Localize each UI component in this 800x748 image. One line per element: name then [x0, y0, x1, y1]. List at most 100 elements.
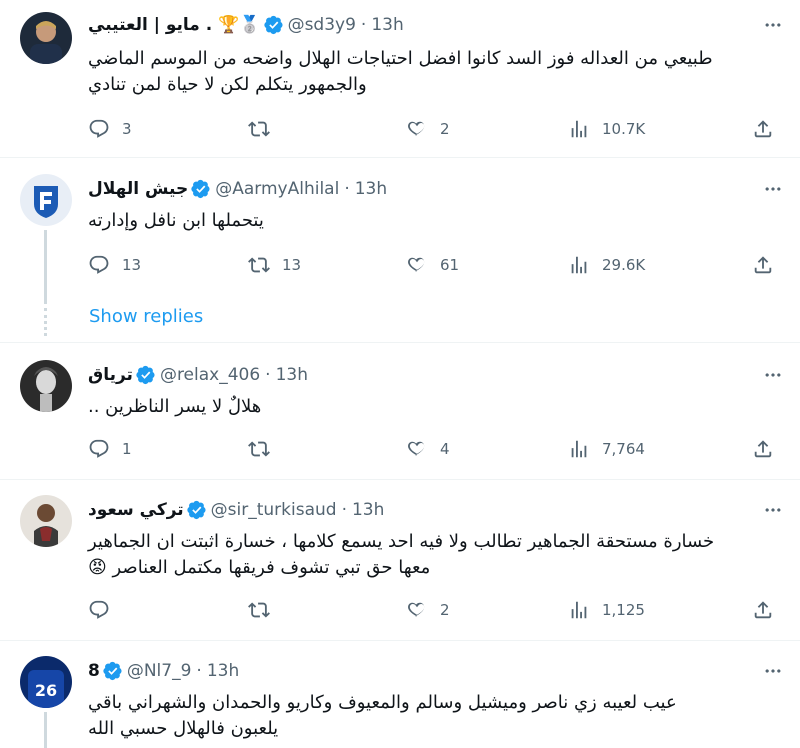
- retweet-button[interactable]: 13: [248, 248, 301, 282]
- reply-button[interactable]: 3: [88, 112, 132, 146]
- handle[interactable]: @Nl7_9: [127, 661, 192, 681]
- like-button[interactable]: 2: [406, 112, 450, 146]
- reply-count: 13: [122, 256, 142, 274]
- retweet-icon: [248, 599, 270, 621]
- badge-emoji-medal: 🥈: [239, 15, 261, 35]
- action-bar: 1 4 7,764: [80, 432, 790, 466]
- more-options-icon[interactable]: [762, 364, 784, 386]
- action-bar: 13 13 61 29.6K: [80, 248, 790, 282]
- views-count: 1,125: [602, 601, 645, 619]
- views-icon: [568, 254, 590, 276]
- like-button[interactable]: 4: [406, 432, 450, 466]
- share-button[interactable]: [752, 593, 774, 627]
- display-name[interactable]: 8: [88, 661, 100, 681]
- verified-badge-icon[interactable]: [187, 500, 207, 520]
- views-icon: [568, 438, 590, 460]
- tweet-text: هلالٌ لا يسر الناظرين ..: [88, 394, 788, 420]
- views-button[interactable]: 7,764: [568, 432, 645, 466]
- handle[interactable]: @sd3y9: [288, 15, 356, 35]
- tweet-text-line: معها حق تبي تشوف فريقها مكتمل العناصر 😡: [88, 557, 431, 578]
- thread-line: [44, 230, 47, 304]
- timestamp[interactable]: 13h: [352, 500, 384, 520]
- thread-line: [44, 712, 47, 748]
- share-button[interactable]: [752, 248, 774, 282]
- reply-button[interactable]: 1: [88, 432, 132, 466]
- verified-badge-icon[interactable]: [136, 365, 156, 385]
- views-button[interactable]: 10.7K: [568, 112, 645, 146]
- views-button[interactable]: 29.6K: [568, 248, 645, 282]
- reply-count: 1: [122, 440, 132, 458]
- action-bar: 2 1,125: [80, 593, 790, 627]
- separator-dot: ·: [265, 365, 271, 385]
- tweet-text-line: خسارة مستحقة الجماهير تطالب ولا فيه احد …: [88, 531, 715, 552]
- timestamp[interactable]: 13h: [355, 179, 387, 199]
- like-count: 4: [440, 440, 450, 458]
- share-icon: [752, 118, 774, 140]
- separator-dot: ·: [196, 661, 202, 681]
- display-name[interactable]: مايو | العتيبي .: [88, 15, 212, 35]
- tweet-text-line: يتحملها ابن نافل وإدارته: [88, 210, 264, 231]
- tweet[interactable]: جيش الهلال @AarmyAlhilal · 13h يتحملها ا…: [0, 160, 800, 343]
- views-button[interactable]: 1,125: [568, 593, 645, 627]
- reply-icon: [88, 599, 110, 621]
- like-count: 2: [440, 120, 450, 138]
- badge-emoji-trophy: 🏆: [218, 15, 240, 35]
- separator-dot: ·: [360, 15, 367, 35]
- reply-button[interactable]: 13: [88, 248, 141, 282]
- display-name[interactable]: تركي سعود: [88, 500, 184, 520]
- timestamp[interactable]: 13h: [371, 15, 403, 35]
- handle[interactable]: @AarmyAlhilal: [215, 179, 339, 199]
- retweet-button[interactable]: [248, 432, 270, 466]
- tweet-text-line: والجمهور يتكلم لكن لا حياة لمن تنادي: [88, 74, 367, 95]
- verified-badge-icon[interactable]: [264, 15, 284, 35]
- handle[interactable]: @sir_turkisaud: [211, 500, 337, 520]
- avatar[interactable]: [20, 174, 72, 226]
- more-options-icon[interactable]: [762, 660, 784, 682]
- reply-count: 3: [122, 120, 132, 138]
- thread-dots: [44, 308, 47, 336]
- timestamp[interactable]: 13h: [276, 365, 308, 385]
- reply-button[interactable]: [88, 593, 110, 627]
- reply-icon: [88, 254, 110, 276]
- retweet-button[interactable]: [248, 593, 270, 627]
- tweet-text-line: طبيعي من العداله فوز السد كانوا افضل احت…: [88, 48, 713, 69]
- handle[interactable]: @relax_406: [160, 365, 260, 385]
- tweet-text-line: يلعبون فالهلال حسبي الله: [88, 718, 279, 739]
- avatar[interactable]: [20, 495, 72, 547]
- verified-badge-icon[interactable]: [191, 179, 211, 199]
- share-button[interactable]: [752, 112, 774, 146]
- like-button[interactable]: 2: [406, 593, 450, 627]
- display-name[interactable]: ترياق: [88, 365, 133, 385]
- like-button[interactable]: 61: [406, 248, 459, 282]
- share-icon: [752, 438, 774, 460]
- tweet[interactable]: ترياق @relax_406 · 13h هلالٌ لا يسر النا…: [0, 344, 800, 480]
- tweet[interactable]: 26 8 @Nl7_9 · 13h عيب لعيبه زي ناصر وميش…: [0, 642, 800, 748]
- svg-text:26: 26: [35, 681, 57, 700]
- avatar[interactable]: [20, 12, 72, 64]
- action-bar: 3 2 10.7K: [80, 112, 790, 146]
- avatar[interactable]: [20, 360, 72, 412]
- retweet-button[interactable]: [248, 112, 270, 146]
- tweet[interactable]: مايو | العتيبي . 🏆 🥈 @sd3y9 · 13h طبيعي …: [0, 0, 800, 158]
- tweet-text: طبيعي من العداله فوز السد كانوا افضل احت…: [88, 46, 788, 98]
- retweet-icon: [248, 118, 270, 140]
- share-button[interactable]: [752, 432, 774, 466]
- more-options-icon[interactable]: [762, 499, 784, 521]
- tweet[interactable]: تركي سعود @sir_turkisaud · 13h خسارة مست…: [0, 481, 800, 641]
- like-icon: [406, 118, 428, 140]
- verified-badge-icon[interactable]: [103, 661, 123, 681]
- display-name[interactable]: جيش الهلال: [88, 179, 188, 199]
- tweet-text: خسارة مستحقة الجماهير تطالب ولا فيه احد …: [88, 529, 788, 581]
- like-count: 61: [440, 256, 460, 274]
- separator-dot: ·: [341, 500, 347, 520]
- views-icon: [568, 118, 590, 140]
- tweet-text: يتحملها ابن نافل وإدارته: [88, 208, 788, 234]
- show-replies-link[interactable]: Show replies: [89, 306, 203, 327]
- tweet-text-line: هلالٌ لا يسر الناظرين ..: [88, 396, 262, 417]
- timestamp[interactable]: 13h: [207, 661, 239, 681]
- retweet-count: 13: [282, 256, 302, 274]
- more-options-icon[interactable]: [762, 178, 784, 200]
- more-options-icon[interactable]: [762, 14, 784, 36]
- tweet-text: عيب لعيبه زي ناصر وميشيل وسالم والمعيوف …: [88, 690, 788, 742]
- avatar[interactable]: 26: [20, 656, 72, 708]
